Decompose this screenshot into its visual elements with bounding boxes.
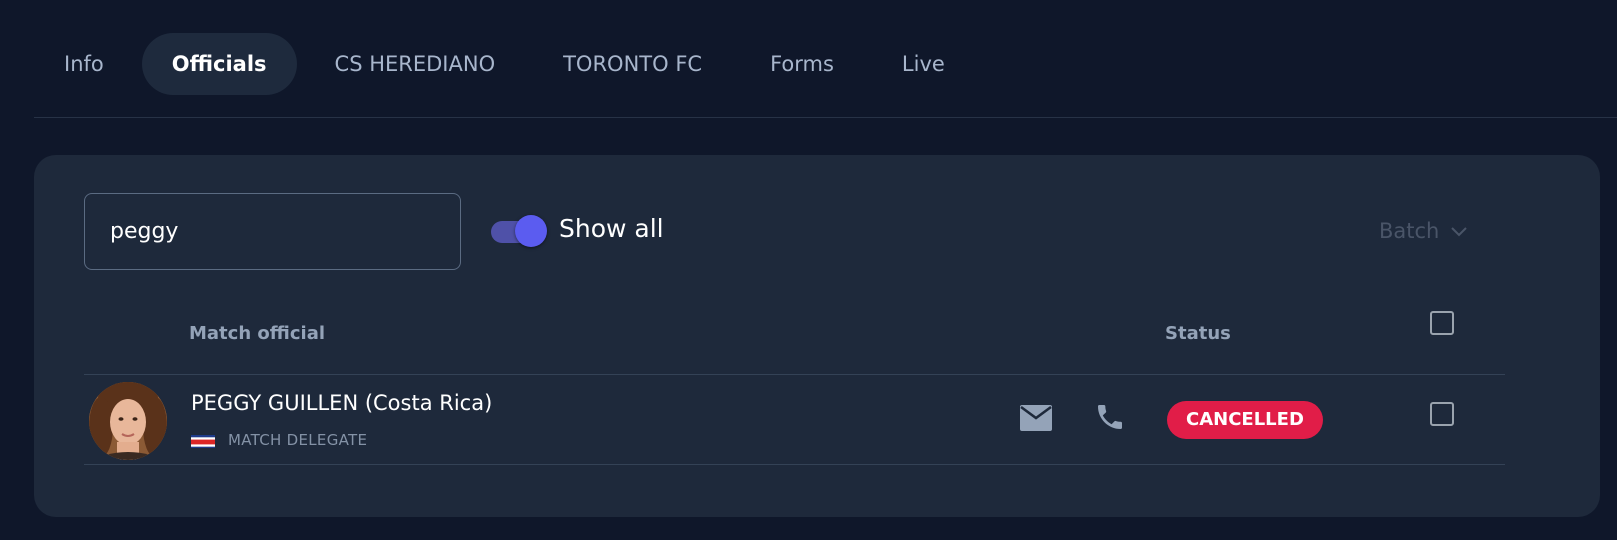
tab-officials[interactable]: Officials — [141, 33, 297, 95]
row-divider — [84, 374, 1505, 375]
chevron-down-icon — [1451, 227, 1468, 237]
tab-forms[interactable]: Forms — [740, 33, 864, 95]
header-match-official: Match official — [189, 323, 326, 344]
tab-bar: Info Officials CS HEREDIANO TORONTO FC F… — [34, 33, 1617, 118]
row-select-checkbox[interactable] — [1430, 402, 1454, 426]
tab-info[interactable]: Info — [34, 33, 134, 95]
phone-icon[interactable] — [1094, 401, 1126, 437]
row-divider — [84, 464, 1505, 465]
tab-cs-herediano[interactable]: CS HEREDIANO — [305, 33, 526, 95]
email-icon[interactable] — [1019, 403, 1053, 437]
batch-dropdown[interactable]: Batch — [1379, 213, 1469, 249]
avatar — [89, 382, 167, 460]
select-all-checkbox[interactable] — [1430, 311, 1454, 335]
tab-live[interactable]: Live — [872, 33, 975, 95]
show-all-toggle[interactable] — [489, 213, 549, 249]
officials-card: Show all Batch Match official Status PEG… — [34, 155, 1600, 517]
show-all-label: Show all — [559, 214, 664, 243]
costa-rica-flag-icon — [191, 434, 215, 448]
toggle-knob — [515, 215, 547, 247]
batch-label: Batch — [1379, 219, 1440, 243]
search-input[interactable] — [84, 193, 461, 270]
tab-toronto-fc[interactable]: TORONTO FC — [533, 33, 732, 95]
status-badge: CANCELLED — [1167, 401, 1323, 439]
official-name: PEGGY GUILLEN (Costa Rica) — [191, 391, 493, 415]
header-status: Status — [1165, 323, 1231, 344]
official-role: MATCH DELEGATE — [228, 431, 368, 449]
